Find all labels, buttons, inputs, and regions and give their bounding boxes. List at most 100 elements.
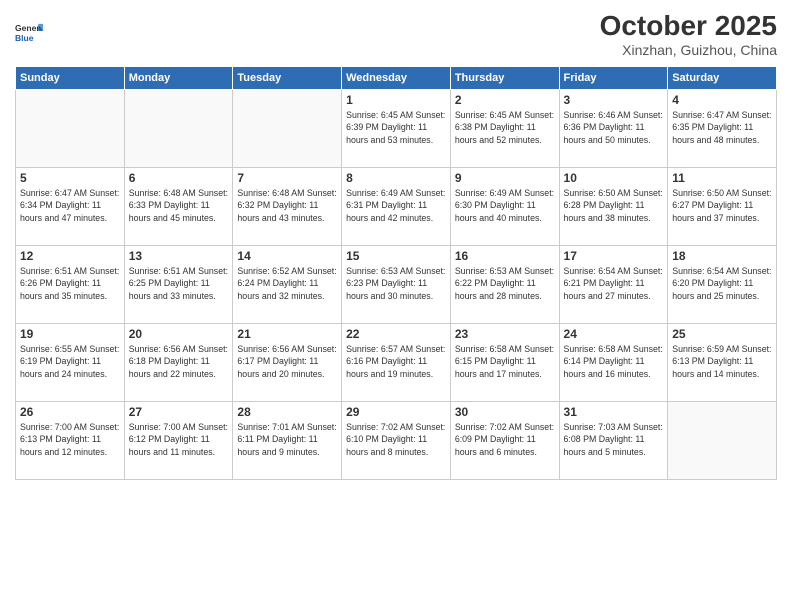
calendar-cell: 16 Sunrise: 6:53 AM Sunset: 6:22 PM Dayli… xyxy=(450,246,559,324)
calendar-cell: 13 Sunrise: 6:51 AM Sunset: 6:25 PM Dayli… xyxy=(124,246,233,324)
calendar-cell: 10 Sunrise: 6:50 AM Sunset: 6:28 PM Dayli… xyxy=(559,168,668,246)
calendar-cell: 24 Sunrise: 6:58 AM Sunset: 6:14 PM Dayli… xyxy=(559,324,668,402)
day-info: Sunrise: 6:56 AM Sunset: 6:17 PM Dayligh… xyxy=(237,343,337,380)
day-info: Sunrise: 6:58 AM Sunset: 6:14 PM Dayligh… xyxy=(564,343,664,380)
calendar-cell: 6Sunrise: 6:48 AM Sunset: 6:33 PM Daylig… xyxy=(124,168,233,246)
calendar-cell: 17 Sunrise: 6:54 AM Sunset: 6:21 PM Dayli… xyxy=(559,246,668,324)
calendar-cell: 20 Sunrise: 6:56 AM Sunset: 6:18 PM Dayli… xyxy=(124,324,233,402)
day-number: 22 xyxy=(346,327,446,341)
calendar-cell: 25 Sunrise: 6:59 AM Sunset: 6:13 PM Dayli… xyxy=(668,324,777,402)
calendar-cell: 1 Sunrise: 6:45 AM Sunset: 6:39 PM Daylig… xyxy=(342,90,451,168)
day-number: 7 xyxy=(237,171,337,185)
day-number: 3 xyxy=(564,93,664,107)
calendar-cell: 26Sunrise: 7:00 AM Sunset: 6:13 PM Dayli… xyxy=(16,402,125,480)
weekday-header-sunday: Sunday xyxy=(16,67,125,90)
day-number: 30 xyxy=(455,405,555,419)
title-block: October 2025 Xinzhan, Guizhou, China xyxy=(600,10,777,58)
calendar-cell xyxy=(16,90,125,168)
day-number: 17 xyxy=(564,249,664,263)
day-info: Sunrise: 6:57 AM Sunset: 6:16 PM Dayligh… xyxy=(346,343,446,380)
calendar-cell: 29Sunrise: 7:02 AM Sunset: 6:10 PM Dayli… xyxy=(342,402,451,480)
day-number: 16 xyxy=(455,249,555,263)
weekday-header-tuesday: Tuesday xyxy=(233,67,342,90)
calendar-cell: 7 Sunrise: 6:48 AM Sunset: 6:32 PM Daylig… xyxy=(233,168,342,246)
calendar-cell: 23 Sunrise: 6:58 AM Sunset: 6:15 PM Dayli… xyxy=(450,324,559,402)
day-info: Sunrise: 6:59 AM Sunset: 6:13 PM Dayligh… xyxy=(672,343,772,380)
day-info: Sunrise: 6:50 AM Sunset: 6:28 PM Dayligh… xyxy=(564,187,664,224)
day-number: 25 xyxy=(672,327,772,341)
day-number: 24 xyxy=(564,327,664,341)
day-number: 13 xyxy=(129,249,229,263)
header: General Blue October 2025 Xinzhan, Guizh… xyxy=(15,10,777,58)
calendar-cell: 11 Sunrise: 6:50 AM Sunset: 6:27 PM Dayli… xyxy=(668,168,777,246)
day-number: 21 xyxy=(237,327,337,341)
day-info: Sunrise: 6:48 AM Sunset: 6:33 PM Dayligh… xyxy=(129,187,229,224)
calendar-cell: 12 Sunrise: 6:51 AM Sunset: 6:26 PM Dayli… xyxy=(16,246,125,324)
calendar-cell: 30 Sunrise: 7:02 AM Sunset: 6:09 PM Dayli… xyxy=(450,402,559,480)
calendar-cell: 15 Sunrise: 6:53 AM Sunset: 6:23 PM Dayli… xyxy=(342,246,451,324)
day-number: 10 xyxy=(564,171,664,185)
calendar-cell xyxy=(233,90,342,168)
day-number: 12 xyxy=(20,249,120,263)
day-info: Sunrise: 6:47 AM Sunset: 6:35 PM Dayligh… xyxy=(672,109,772,146)
day-number: 20 xyxy=(129,327,229,341)
weekday-header-saturday: Saturday xyxy=(668,67,777,90)
day-info: Sunrise: 6:48 AM Sunset: 6:32 PM Dayligh… xyxy=(237,187,337,224)
calendar-week-row: 26Sunrise: 7:00 AM Sunset: 6:13 PM Dayli… xyxy=(16,402,777,480)
general-blue-logo-icon: General Blue xyxy=(15,20,43,48)
day-info: Sunrise: 6:54 AM Sunset: 6:20 PM Dayligh… xyxy=(672,265,772,302)
day-info: Sunrise: 6:51 AM Sunset: 6:25 PM Dayligh… xyxy=(129,265,229,302)
calendar-cell: 22 Sunrise: 6:57 AM Sunset: 6:16 PM Dayli… xyxy=(342,324,451,402)
weekday-header-thursday: Thursday xyxy=(450,67,559,90)
calendar-cell: 27 Sunrise: 7:00 AM Sunset: 6:12 PM Dayli… xyxy=(124,402,233,480)
weekday-header-wednesday: Wednesday xyxy=(342,67,451,90)
day-info: Sunrise: 6:55 AM Sunset: 6:19 PM Dayligh… xyxy=(20,343,120,380)
day-info: Sunrise: 7:02 AM Sunset: 6:09 PM Dayligh… xyxy=(455,421,555,458)
day-info: Sunrise: 7:02 AM Sunset: 6:10 PM Dayligh… xyxy=(346,421,446,458)
calendar-cell: 8 Sunrise: 6:49 AM Sunset: 6:31 PM Daylig… xyxy=(342,168,451,246)
day-info: Sunrise: 6:56 AM Sunset: 6:18 PM Dayligh… xyxy=(129,343,229,380)
calendar-cell: 28 Sunrise: 7:01 AM Sunset: 6:11 PM Dayli… xyxy=(233,402,342,480)
day-number: 15 xyxy=(346,249,446,263)
weekday-header-row: SundayMondayTuesdayWednesdayThursdayFrid… xyxy=(16,67,777,90)
day-number: 31 xyxy=(564,405,664,419)
weekday-header-monday: Monday xyxy=(124,67,233,90)
day-info: Sunrise: 6:54 AM Sunset: 6:21 PM Dayligh… xyxy=(564,265,664,302)
day-info: Sunrise: 6:46 AM Sunset: 6:36 PM Dayligh… xyxy=(564,109,664,146)
calendar-cell: 3 Sunrise: 6:46 AM Sunset: 6:36 PM Daylig… xyxy=(559,90,668,168)
day-number: 28 xyxy=(237,405,337,419)
calendar-cell: 4 Sunrise: 6:47 AM Sunset: 6:35 PM Daylig… xyxy=(668,90,777,168)
day-info: Sunrise: 6:53 AM Sunset: 6:22 PM Dayligh… xyxy=(455,265,555,302)
location-subtitle: Xinzhan, Guizhou, China xyxy=(600,42,777,58)
calendar-cell: 14Sunrise: 6:52 AM Sunset: 6:24 PM Dayli… xyxy=(233,246,342,324)
day-info: Sunrise: 6:52 AM Sunset: 6:24 PM Dayligh… xyxy=(237,265,337,302)
day-info: Sunrise: 6:49 AM Sunset: 6:31 PM Dayligh… xyxy=(346,187,446,224)
calendar-cell: 5Sunrise: 6:47 AM Sunset: 6:34 PM Daylig… xyxy=(16,168,125,246)
day-number: 4 xyxy=(672,93,772,107)
day-info: Sunrise: 6:49 AM Sunset: 6:30 PM Dayligh… xyxy=(455,187,555,224)
calendar-cell: 9Sunrise: 6:49 AM Sunset: 6:30 PM Daylig… xyxy=(450,168,559,246)
calendar-week-row: 5Sunrise: 6:47 AM Sunset: 6:34 PM Daylig… xyxy=(16,168,777,246)
calendar-cell xyxy=(124,90,233,168)
calendar-cell xyxy=(668,402,777,480)
day-number: 26 xyxy=(20,405,120,419)
day-number: 8 xyxy=(346,171,446,185)
day-info: Sunrise: 7:01 AM Sunset: 6:11 PM Dayligh… xyxy=(237,421,337,458)
day-info: Sunrise: 6:58 AM Sunset: 6:15 PM Dayligh… xyxy=(455,343,555,380)
day-info: Sunrise: 7:00 AM Sunset: 6:12 PM Dayligh… xyxy=(129,421,229,458)
day-number: 19 xyxy=(20,327,120,341)
day-info: Sunrise: 6:50 AM Sunset: 6:27 PM Dayligh… xyxy=(672,187,772,224)
day-info: Sunrise: 6:53 AM Sunset: 6:23 PM Dayligh… xyxy=(346,265,446,302)
day-number: 2 xyxy=(455,93,555,107)
calendar-cell: 2Sunrise: 6:45 AM Sunset: 6:38 PM Daylig… xyxy=(450,90,559,168)
day-number: 11 xyxy=(672,171,772,185)
calendar-cell: 31 Sunrise: 7:03 AM Sunset: 6:08 PM Dayli… xyxy=(559,402,668,480)
day-number: 27 xyxy=(129,405,229,419)
day-info: Sunrise: 6:51 AM Sunset: 6:26 PM Dayligh… xyxy=(20,265,120,302)
calendar-cell: 19 Sunrise: 6:55 AM Sunset: 6:19 PM Dayli… xyxy=(16,324,125,402)
day-number: 1 xyxy=(346,93,446,107)
day-number: 23 xyxy=(455,327,555,341)
day-info: Sunrise: 6:45 AM Sunset: 6:39 PM Dayligh… xyxy=(346,109,446,146)
day-number: 5 xyxy=(20,171,120,185)
day-info: Sunrise: 7:03 AM Sunset: 6:08 PM Dayligh… xyxy=(564,421,664,458)
